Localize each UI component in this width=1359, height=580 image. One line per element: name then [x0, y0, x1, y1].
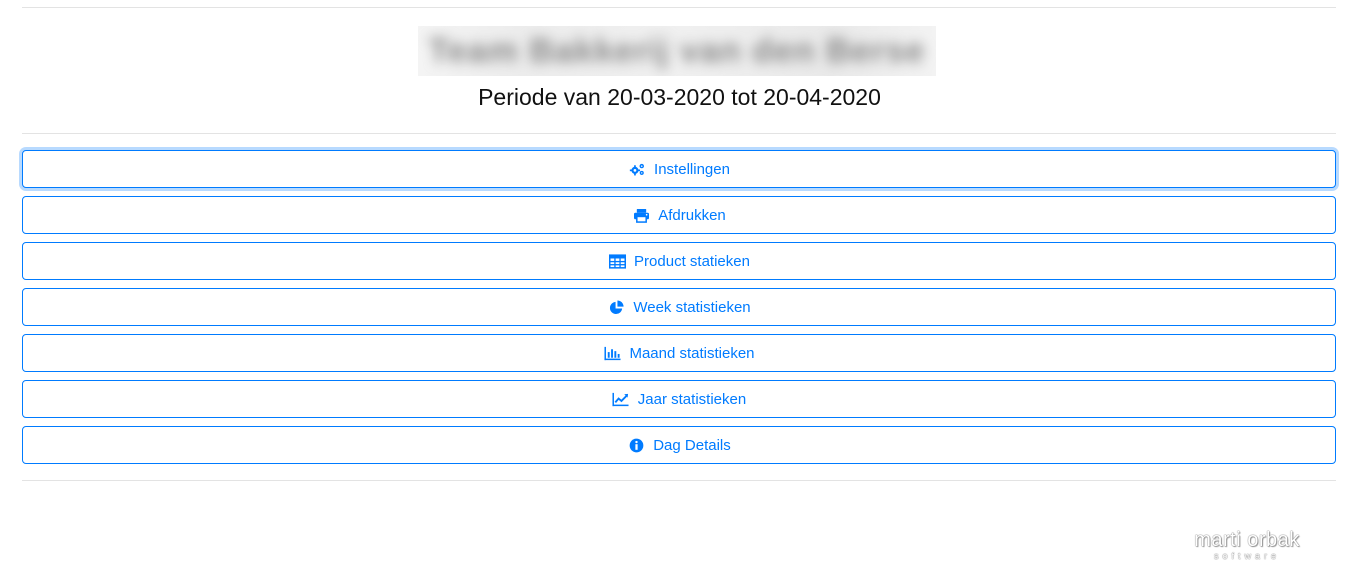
settings-button-label: Instellingen [654, 160, 730, 178]
table-icon [608, 253, 626, 269]
line-chart-icon [612, 391, 630, 407]
header-divider [22, 133, 1336, 134]
period-text: Periode van 20-03-2020 tot 20-04-2020 [478, 84, 881, 110]
week-stats-button-label: Week statistieken [633, 298, 751, 316]
top-divider [22, 7, 1336, 8]
bottom-divider [22, 480, 1336, 481]
product-stats-button-label: Product statieken [634, 252, 750, 270]
year-stats-button[interactable]: Jaar statistieken [22, 380, 1336, 418]
day-details-button-label: Dag Details [653, 436, 731, 454]
pie-chart-icon [607, 299, 625, 315]
week-stats-button[interactable]: Week statistieken [22, 288, 1336, 326]
bar-chart-icon [603, 345, 621, 361]
settings-button[interactable]: Instellingen [22, 150, 1336, 188]
month-stats-button[interactable]: Maand statistieken [22, 334, 1336, 372]
print-icon [632, 207, 650, 223]
company-title-blurred: Team Bakkerij van den Berse [418, 26, 936, 76]
brand-logo-text: marti orbak [1194, 529, 1300, 551]
day-details-button[interactable]: Dag Details [22, 426, 1336, 464]
month-stats-button-label: Maand statistieken [629, 344, 755, 362]
print-button[interactable]: Afdrukken [22, 196, 1336, 234]
brand-logo: marti orbak software [1182, 530, 1312, 564]
product-stats-button[interactable]: Product statieken [22, 242, 1336, 280]
brand-logo-subtext: software [1213, 551, 1280, 561]
gears-icon [628, 161, 646, 177]
info-icon [627, 437, 645, 453]
year-stats-button-label: Jaar statistieken [637, 390, 747, 408]
menu-button-list: Instellingen Afdrukken Product statieken… [22, 150, 1336, 472]
print-button-label: Afdrukken [658, 206, 726, 224]
